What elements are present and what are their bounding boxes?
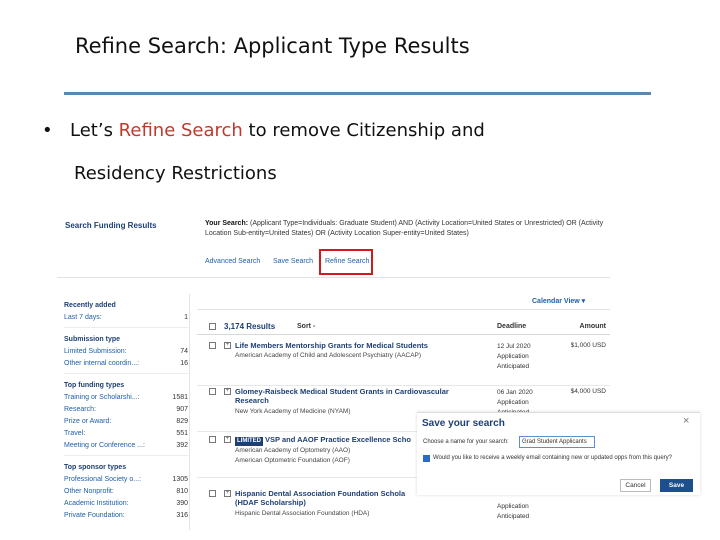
sponsor-name[interactable]: American Optometric Foundation (AOF) bbox=[235, 457, 350, 464]
sidebar-divider bbox=[64, 373, 188, 374]
bullet-line-2: Residency Restrictions bbox=[74, 163, 277, 184]
filter-sidebar: Recently added Last 7 days: 1 Submission … bbox=[57, 294, 190, 530]
amount-cell: $4,000 USD bbox=[570, 388, 606, 395]
expand-icon[interactable]: + bbox=[224, 342, 231, 349]
row-checkbox[interactable] bbox=[209, 436, 216, 443]
amount-column-header[interactable]: Amount bbox=[580, 323, 606, 330]
calendar-view-button[interactable]: Calendar View ▾ bbox=[532, 297, 604, 309]
deadline-cell: 12 Jul 2020 Application Anticipated bbox=[497, 343, 531, 370]
weekly-email-label: Would you like to receive a weekly email… bbox=[433, 455, 673, 461]
sponsor-name[interactable]: American Academy of Optometry (AAO) bbox=[235, 447, 350, 454]
sidebar-divider bbox=[64, 455, 188, 456]
sidebar-item-prize[interactable]: Prize or Award: 829 bbox=[64, 418, 188, 425]
expand-icon[interactable]: + bbox=[224, 490, 231, 497]
sidebar-item-academic[interactable]: Academic Institution: 390 bbox=[64, 500, 188, 507]
your-search-summary: Your Search: (Applicant Type=Individuals… bbox=[205, 219, 605, 239]
save-search-dialog: Save your search × Choose a name for you… bbox=[417, 412, 700, 495]
close-icon[interactable]: × bbox=[683, 415, 689, 427]
sidebar-heading-funding-types: Top funding types bbox=[64, 382, 125, 389]
sidebar-item-limited-submission[interactable]: Limited Submission: 74 bbox=[64, 348, 188, 355]
sponsor-name[interactable]: Hispanic Dental Association Foundation (… bbox=[235, 510, 369, 517]
save-search-link[interactable]: Save Search bbox=[273, 258, 313, 265]
opportunity-title[interactable]: Glomey-Raisbeck Medical Student Grants i… bbox=[235, 387, 475, 405]
sidebar-item-travel[interactable]: Travel: 551 bbox=[64, 430, 188, 437]
limited-badge: LIMITED bbox=[235, 437, 263, 446]
sidebar-heading-sponsor-types: Top sponsor types bbox=[64, 464, 127, 471]
your-search-label: Your Search: bbox=[205, 220, 249, 227]
expand-icon[interactable]: + bbox=[224, 436, 231, 443]
bullet-point: • Let’s Refine Search to remove Citizensh… bbox=[42, 120, 485, 141]
bullet-suffix: to remove Citizenship and bbox=[242, 120, 485, 141]
results-count: 3,174 Results bbox=[224, 322, 276, 331]
table-row: + Life Members Mentorship Grants for Med… bbox=[197, 340, 610, 386]
amount-cell: $1,000 USD bbox=[570, 342, 606, 349]
expand-icon[interactable]: + bbox=[224, 388, 231, 395]
sort-dropdown[interactable]: Sort - bbox=[297, 323, 315, 330]
sidebar-heading-submission: Submission type bbox=[64, 336, 121, 343]
cancel-button[interactable]: Cancel bbox=[620, 479, 651, 492]
row-checkbox[interactable] bbox=[209, 388, 216, 395]
sidebar-item-professional-society[interactable]: Professional Society o...: 1305 bbox=[64, 476, 188, 483]
bullet-dot: • bbox=[42, 120, 53, 141]
title-rule bbox=[64, 92, 651, 95]
results-toolbar: Calendar View ▾ bbox=[197, 294, 610, 310]
dialog-title: Save your search bbox=[422, 418, 505, 429]
your-search-text: (Applicant Type=Individuals: Graduate St… bbox=[205, 220, 604, 237]
sidebar-item-other-nonprofit[interactable]: Other Nonprofit: 810 bbox=[64, 488, 188, 495]
search-name-input[interactable]: Grad Student Applicants bbox=[519, 436, 595, 448]
refine-search-callout bbox=[319, 249, 373, 275]
save-button[interactable]: Save bbox=[660, 479, 693, 492]
sidebar-item-research[interactable]: Research: 907 bbox=[64, 406, 188, 413]
advanced-search-link[interactable]: Advanced Search bbox=[205, 258, 260, 265]
sponsor-name[interactable]: American Academy of Child and Adolescent… bbox=[235, 352, 421, 359]
bullet-prefix: Let’s bbox=[70, 120, 119, 141]
search-name-label: Choose a name for your search: bbox=[423, 439, 509, 445]
sponsor-name[interactable]: New York Academy of Medicine (NYAM) bbox=[235, 408, 350, 415]
opportunity-title[interactable]: Life Members Mentorship Grants for Medic… bbox=[235, 341, 475, 350]
weekly-email-checkbox[interactable] bbox=[423, 455, 430, 462]
deadline-column-header[interactable]: Deadline bbox=[497, 323, 526, 330]
row-checkbox[interactable] bbox=[209, 490, 216, 497]
sidebar-item-other-internal[interactable]: Other internal coordin...: 16 bbox=[64, 360, 188, 367]
page-heading: Search Funding Results bbox=[65, 221, 157, 230]
sidebar-item-meeting[interactable]: Meeting or Conference ...: 392 bbox=[64, 442, 188, 449]
deadline-cell: Application Anticipated bbox=[497, 503, 530, 520]
sidebar-item-private-foundation[interactable]: Private Foundation: 316 bbox=[64, 512, 188, 519]
select-all-checkbox[interactable] bbox=[209, 323, 216, 330]
results-header-row: 3,174 Results Sort - Deadline Amount bbox=[197, 319, 610, 335]
slide-title: Refine Search: Applicant Type Results bbox=[75, 34, 470, 58]
sidebar-item-training[interactable]: Training or Scholarshi...: 1581 bbox=[64, 394, 188, 401]
sidebar-divider bbox=[64, 327, 188, 328]
opportunity-title[interactable]: Hispanic Dental Association Foundation S… bbox=[235, 489, 425, 507]
bullet-highlight: Refine Search bbox=[118, 120, 243, 141]
sidebar-item-last-7-days[interactable]: Last 7 days: 1 bbox=[64, 314, 188, 321]
row-checkbox[interactable] bbox=[209, 342, 216, 349]
sidebar-heading-recent: Recently added bbox=[64, 302, 116, 309]
results-header: Search Funding Results Your Search: (App… bbox=[57, 208, 610, 278]
